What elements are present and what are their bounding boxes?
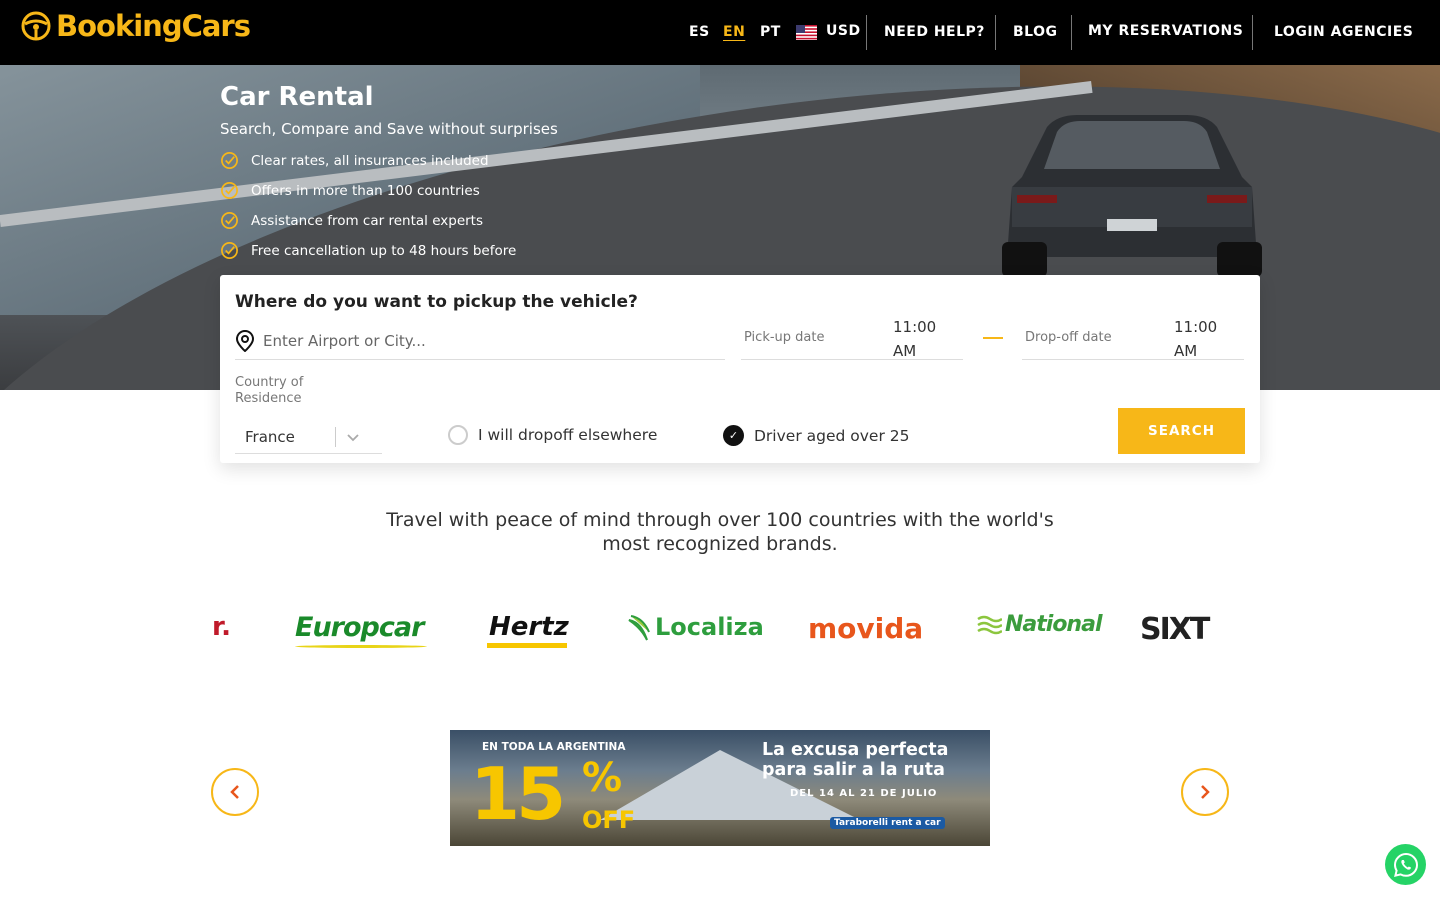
lang-pt[interactable]: PT: [760, 24, 781, 40]
nav-divider: [1252, 15, 1253, 50]
carousel-prev-button[interactable]: [211, 768, 259, 816]
feature-text: Assistance from car rental experts: [251, 212, 484, 229]
search-button[interactable]: SEARCH: [1118, 408, 1245, 454]
us-flag-icon: [796, 25, 817, 40]
country-value: France: [245, 427, 295, 446]
chevron-left-icon: [230, 785, 239, 799]
check-circle-icon: [221, 152, 238, 169]
lang-en[interactable]: EN: [723, 24, 745, 40]
localiza-leaf-icon: [628, 615, 650, 641]
country-label: Country of Residence: [235, 375, 304, 406]
banner-percent: %: [582, 755, 623, 801]
brand-logo-national: National: [976, 612, 1102, 637]
search-title: Where do you want to pickup the vehicle?: [235, 292, 638, 312]
nav-divider: [1071, 15, 1072, 50]
banner-off: OFF: [582, 806, 636, 834]
login-agencies-link[interactable]: LOGIN AGENCIES: [1274, 24, 1413, 40]
select-divider: [335, 426, 336, 447]
blog-link[interactable]: BLOG: [1013, 24, 1058, 40]
checkmark-icon[interactable]: ✓: [723, 425, 744, 446]
feature-item: Offers in more than 100 countries: [220, 181, 480, 200]
location-field[interactable]: [235, 323, 725, 360]
feature-text: Offers in more than 100 countries: [251, 182, 480, 199]
pickup-date-field[interactable]: Pick-up date 11:00 AM: [741, 315, 963, 360]
nav-divider: [995, 15, 996, 50]
chevron-down-icon: [347, 433, 359, 441]
national-waves-icon: [977, 615, 1002, 634]
promo-banner[interactable]: EN TODA LA ARGENTINA 15 % OFF La excusa …: [450, 730, 990, 846]
car-image: [1002, 115, 1262, 277]
tagline: Travel with peace of mind through over 1…: [386, 509, 1054, 555]
brand-national-text: National: [1005, 612, 1102, 637]
banner-discount-number: 15: [470, 752, 566, 836]
search-card: Where do you want to pickup the vehicle?…: [220, 275, 1260, 463]
banner-headline: La excusa perfecta para salir a la ruta: [762, 740, 949, 780]
dropoff-elsewhere-radio[interactable]: [448, 425, 468, 445]
dropoff-elsewhere-label: I will dropoff elsewhere: [478, 426, 658, 444]
top-nav: BookingCars ES EN PT USD NEED HELP? BLOG…: [0, 0, 1440, 65]
brand-europcar-text: Europcar: [295, 612, 424, 643]
feature-text: Free cancellation up to 48 hours before: [251, 242, 517, 259]
currency-selector[interactable]: USD: [826, 23, 861, 39]
feature-item: Free cancellation up to 48 hours before: [220, 241, 516, 260]
europcar-underline: [295, 645, 427, 648]
brand-logo-localiza: Localiza: [627, 612, 764, 642]
brand-partial-text: r.: [212, 612, 231, 642]
logo-text: BookingCars: [56, 9, 251, 43]
whatsapp-icon: [1393, 852, 1418, 877]
chevron-right-icon: [1201, 785, 1210, 799]
pickup-date-label: Pick-up date: [744, 330, 825, 345]
brand-logo-movida: movida: [808, 612, 923, 645]
brand-logo-sixt: SIXT: [1140, 612, 1210, 647]
logo[interactable]: BookingCars: [20, 9, 251, 43]
dropoff-time[interactable]: 11:00 AM: [1174, 315, 1234, 363]
banner-dates: DEL 14 AL 21 DE JULIO: [790, 788, 938, 799]
feature-item: Assistance from car rental experts: [220, 211, 483, 230]
dropoff-elsewhere-option[interactable]: I will dropoff elsewhere: [448, 425, 657, 445]
dropoff-date-field[interactable]: Drop-off date 11:00 AM: [1022, 315, 1244, 360]
feature-text: Clear rates, all insurances included: [251, 152, 489, 169]
carousel-next-button[interactable]: [1181, 768, 1229, 816]
pickup-time[interactable]: 11:00 AM: [893, 315, 953, 363]
brand-hertz-text: Hertz: [489, 612, 569, 642]
brand-logo-partial: r.: [212, 612, 231, 642]
brand-sixt-text: SIXT: [1140, 612, 1210, 647]
location-input[interactable]: [263, 332, 703, 350]
my-reservations-link[interactable]: MY RESERVATIONS: [1088, 23, 1243, 39]
driver-age-label: Driver aged over 25: [754, 426, 910, 445]
lang-es[interactable]: ES: [689, 24, 710, 40]
driver-age-option[interactable]: ✓ Driver aged over 25: [723, 425, 909, 446]
brand-movida-text: movida: [808, 612, 924, 645]
map-pin-icon: [235, 330, 255, 352]
steering-wheel-icon: [21, 11, 51, 41]
feature-item: Clear rates, all insurances included: [220, 151, 489, 170]
date-range-dash: [983, 337, 1003, 339]
brand-localiza-text: Localiza: [655, 613, 764, 641]
brand-logo-hertz: Hertz: [487, 612, 569, 648]
hero-subtitle: Search, Compare and Save without surpris…: [220, 120, 558, 138]
hero-title: Car Rental: [220, 82, 374, 112]
whatsapp-chat-button[interactable]: [1385, 844, 1426, 885]
country-select[interactable]: France: [235, 420, 382, 454]
hertz-underline: [487, 643, 567, 648]
brand-logo-europcar: Europcar: [295, 612, 427, 648]
need-help-link[interactable]: NEED HELP?: [884, 24, 985, 40]
nav-divider: [866, 15, 867, 50]
check-circle-icon: [221, 212, 238, 229]
check-circle-icon: [221, 182, 238, 199]
dropoff-date-label: Drop-off date: [1025, 330, 1112, 345]
check-circle-icon: [221, 242, 238, 259]
banner-brand: Taraborelli rent a car: [830, 817, 945, 829]
